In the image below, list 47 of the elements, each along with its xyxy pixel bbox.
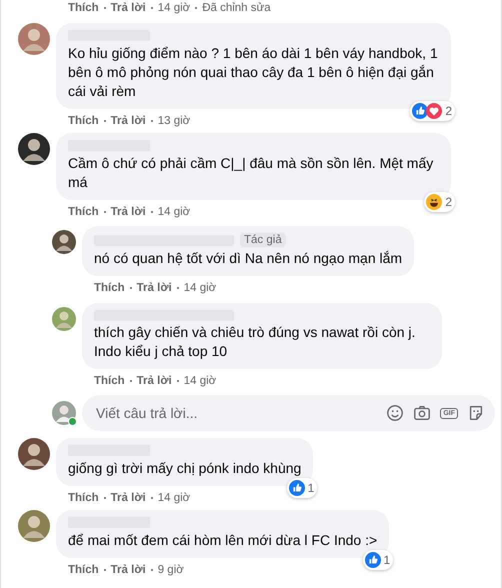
comment-text: để mai mốt đem cái hòm lên mới dừa l FC Indo :>: [68, 531, 378, 550]
reaction-badge[interactable]: 2: [410, 101, 455, 121]
reaction-badge[interactable]: 2: [424, 192, 455, 212]
comment-time: 14 giờ: [158, 2, 190, 14]
laughing-face-icon: [426, 194, 442, 210]
reply-link[interactable]: Trả lời: [136, 282, 172, 294]
like-link[interactable]: Thích: [94, 282, 125, 294]
edited-label: Đã chỉnh sửa: [202, 2, 271, 14]
like-icon: [288, 480, 305, 496]
reply-link[interactable]: Trả lời: [110, 2, 146, 14]
avatar[interactable]: [18, 438, 50, 470]
avatar[interactable]: [18, 133, 50, 165]
comment-text: Cầm ô chứ có phải cầm C|_| đâu mà sồn sồn lên. Mệt mấy má: [68, 154, 434, 192]
reply-link[interactable]: Trả lời: [110, 492, 146, 504]
reaction-count: 2: [445, 104, 452, 118]
like-icon: [412, 103, 428, 119]
comment-time: 9 giờ: [158, 564, 184, 576]
comment-time: 13 giờ: [158, 114, 190, 126]
comment-time: 14 giờ: [158, 492, 190, 504]
reaction-badge[interactable]: 1: [362, 550, 394, 570]
like-link[interactable]: Thích: [94, 374, 125, 386]
reaction-badge[interactable]: 1: [286, 478, 318, 498]
comment-time: 14 giờ: [184, 374, 216, 386]
reaction-count: 1: [308, 481, 314, 495]
like-link[interactable]: Thích: [68, 114, 99, 126]
like-link[interactable]: Thích: [68, 492, 99, 504]
comment-text: giống gì trời mấy chị pónk indo khùng: [68, 459, 302, 478]
author-badge: Tác giả: [240, 233, 286, 247]
avatar[interactable]: [52, 230, 76, 254]
camera-icon[interactable]: [413, 404, 432, 422]
reply-link[interactable]: Trả lời: [110, 114, 146, 126]
reaction-count: 1: [384, 553, 390, 567]
emoji-icon[interactable]: [386, 404, 404, 422]
sticker-icon[interactable]: [467, 404, 485, 422]
like-link[interactable]: Thích: [68, 206, 99, 218]
reply-link[interactable]: Trả lời: [110, 564, 146, 576]
comment-text: Ko hỉu giống điểm nào ? 1 bên áo dài 1 bên váy handbok, 1 bên ô mô phỏng nón quai thao cây đa 1 bên ô hiện đại gắn cái vải rèm: [68, 44, 439, 101]
like-icon: [364, 552, 380, 568]
comment-time: 14 giờ: [158, 206, 190, 218]
reaction-count: 2: [445, 195, 452, 209]
comment-text: nó có quan hệ tốt với dì Na nên nó ngạo mạn lắm: [94, 249, 402, 268]
like-link[interactable]: Thích: [68, 564, 99, 576]
reply-link[interactable]: Trả lời: [136, 374, 172, 386]
reply-link[interactable]: Trả lời: [110, 206, 146, 218]
like-link[interactable]: Thích: [68, 2, 99, 14]
comment-time: 14 giờ: [184, 282, 216, 294]
comment-text: thích gây chiến và chiêu trò đúng vs nawat rồi còn j. Indo kiểu j chả top 10: [94, 323, 416, 361]
